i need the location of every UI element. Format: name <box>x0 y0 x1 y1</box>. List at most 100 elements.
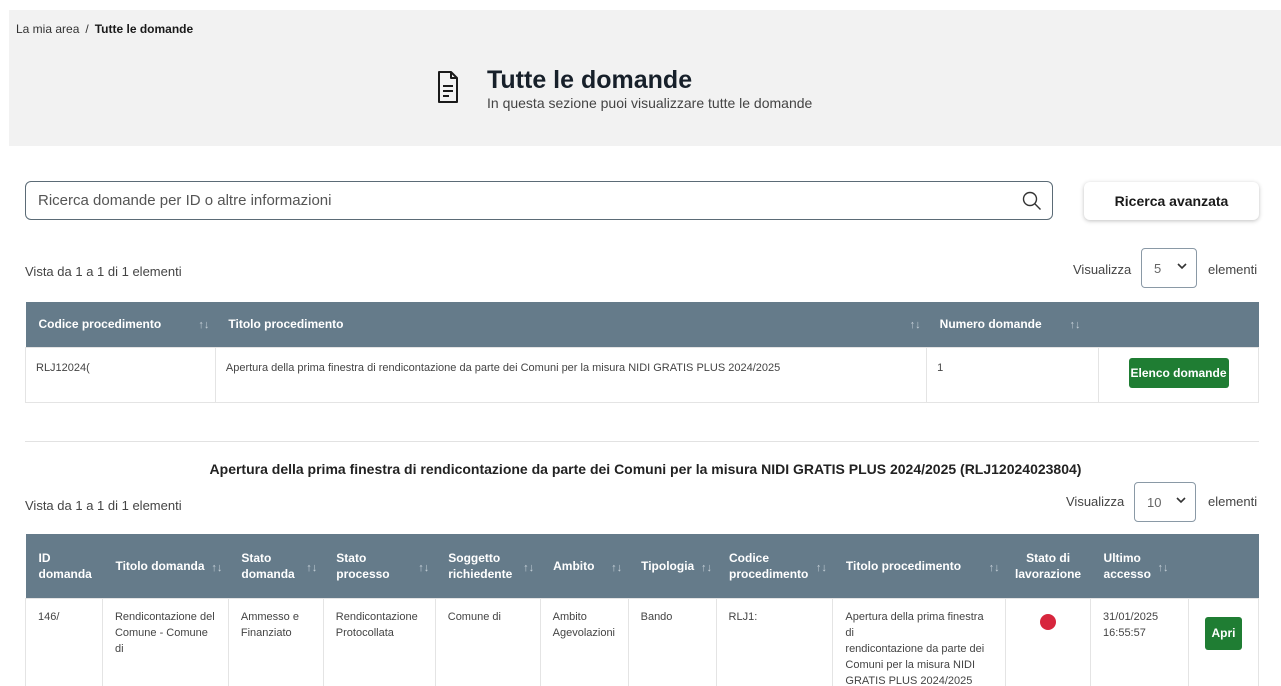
application-actions: Apri <box>1187 597 1260 686</box>
procedures-table: Codice procedimento ↑↓ Titolo procediment… <box>25 302 1259 403</box>
elenco-domande-button[interactable]: Elenco domande <box>1128 357 1229 388</box>
column-label: procedimento <box>729 566 809 581</box>
column-label: Stato <box>241 550 272 565</box>
applications-table: ID domanda Titolo domanda ↑↓ Stato domanda ↑… <box>25 534 1260 686</box>
sort-icon[interactable]: ↑↓ <box>816 560 827 576</box>
sort-icon[interactable]: ↑↓ <box>989 560 1000 576</box>
cell-line: 16:55:57 <box>1103 626 1146 639</box>
procedure-code: RLJ1: <box>715 597 834 686</box>
chevron-down-icon <box>1176 497 1186 504</box>
column-header[interactable]: Codice procedimento ↑↓ <box>716 534 833 598</box>
procedure-title: Apertura della prima finestra di rendico… <box>832 597 1007 686</box>
cell-line: Comune - Comune di <box>114 626 208 655</box>
column-header-actions <box>1188 534 1259 598</box>
column-label: lavorazione <box>1015 566 1082 581</box>
page-size-value: 5 <box>1154 260 1162 276</box>
sort-icon[interactable]: ↑↓ <box>1070 319 1081 331</box>
column-header[interactable]: Stato domanda ↑↓ <box>228 534 324 598</box>
procedures-elements-label: elementi <box>1208 262 1258 277</box>
column-label: Titolo procedimento <box>845 558 962 573</box>
search-input[interactable] <box>26 182 986 219</box>
column-header[interactable]: Tipologia ↑↓ <box>628 534 717 598</box>
column-label: Codice <box>729 550 770 565</box>
search-icon[interactable] <box>1022 191 1042 211</box>
column-label: Titolo procedimento <box>228 317 344 332</box>
procedure-title: Apertura della prima finestra di rendico… <box>214 346 928 403</box>
column-label: Stato di <box>1026 550 1071 565</box>
column-label: Stato <box>336 550 367 565</box>
process-status: Rendicontazione Protocollata <box>322 597 436 686</box>
column-label: Ambito <box>553 558 595 573</box>
breadcrumb-current: Tutte le domande <box>94 22 194 36</box>
column-label: Titolo domanda <box>115 558 205 573</box>
sort-icon[interactable]: ↑↓ <box>211 560 222 576</box>
column-header[interactable]: Ultimo accesso ↑↓ <box>1090 534 1189 598</box>
sort-icon[interactable]: ↑↓ <box>611 560 622 576</box>
cell-line: Rendicontazione del <box>114 610 215 623</box>
advanced-search-button[interactable]: Ricerca avanzata <box>1084 182 1259 220</box>
page-title: Tutte le domande <box>487 66 693 94</box>
document-icon <box>438 71 458 103</box>
breadcrumb-separator: / <box>85 22 89 36</box>
cell-line: Apertura della prima finestra di <box>845 610 984 639</box>
column-label: domanda <box>241 566 295 581</box>
section-title: Apertura della prima finestra di rendico… <box>209 461 1082 477</box>
apri-button[interactable]: Apri <box>1204 616 1242 650</box>
column-label: richiedente <box>448 566 513 581</box>
cell-line: Ambito <box>552 610 587 623</box>
column-label: processo <box>336 566 390 581</box>
cell-line: Protocollata <box>335 626 394 639</box>
column-label: Codice procedimento <box>38 317 162 332</box>
column-header[interactable]: Stato di lavorazione <box>1005 534 1091 598</box>
column-header[interactable]: Titolo procedimento ↑↓ <box>832 534 1006 598</box>
cell-line: Comuni per la misura NIDI <box>845 658 975 671</box>
procedures-show-label: Visualizza <box>1073 262 1132 277</box>
column-header[interactable]: ID domanda <box>25 534 103 598</box>
breadcrumb-root[interactable]: La mia area <box>16 22 79 36</box>
sort-icon[interactable]: ↑↓ <box>418 560 429 576</box>
chevron-down-icon <box>1177 263 1187 270</box>
applications-info: Vista da 1 a 1 di 1 elementi <box>25 498 182 513</box>
column-header-actions <box>1098 302 1259 347</box>
column-label: Soggetto <box>448 550 501 565</box>
sort-icon[interactable]: ↑↓ <box>306 560 317 576</box>
cell-line: Ammesso e <box>240 610 299 623</box>
cell-line: Finanziato <box>240 626 292 639</box>
applications-elements-label: elementi <box>1208 494 1258 509</box>
sort-icon[interactable]: ↑↓ <box>198 319 209 331</box>
procedure-count: 1 <box>926 346 1100 403</box>
column-label: domanda <box>38 566 92 581</box>
column-header[interactable]: Ambito ↑↓ <box>540 534 629 598</box>
column-label: accesso <box>1103 566 1151 581</box>
title-block: Tutte le domande In questa sezione puoi … <box>437 66 812 111</box>
page-size-value: 10 <box>1147 494 1162 510</box>
application-status: Ammesso e Finanziato <box>227 597 324 686</box>
sort-icon[interactable]: ↑↓ <box>1157 560 1168 576</box>
sort-icon[interactable]: ↑↓ <box>701 560 712 576</box>
section-divider <box>25 441 1259 442</box>
application-id: 146/ <box>25 597 103 686</box>
last-access: 31/01/2025 16:55:57 <box>1090 597 1189 686</box>
column-header[interactable]: Numero domande ↑↓ <box>926 302 1099 347</box>
column-header[interactable]: Soggetto richiedente ↑↓ <box>435 534 541 598</box>
cell-line: 31/01/2025 <box>1103 610 1159 623</box>
table-row: 146/ Rendicontazione del Comune - Comune … <box>25 597 1260 686</box>
column-label: ID <box>38 550 51 565</box>
column-header[interactable]: Stato processo ↑↓ <box>323 534 436 598</box>
cell-line: Rendicontazione <box>335 610 418 623</box>
column-header[interactable]: Titolo procedimento ↑↓ <box>215 302 927 347</box>
cell-line: rendicontazione da parte dei <box>845 642 985 655</box>
sort-icon[interactable]: ↑↓ <box>910 319 921 331</box>
cell-line: GRATIS PLUS 2024/2025 <box>845 674 973 686</box>
procedure-actions: Elenco domande <box>1098 346 1259 403</box>
table-row: RLJ12024( Apertura della prima finestra … <box>25 346 1259 403</box>
applications-page-size-select[interactable]: 10 <box>1134 482 1196 522</box>
status-dot-icon <box>1040 613 1057 630</box>
column-header[interactable]: Titolo domanda ↑↓ <box>102 534 229 598</box>
column-label: Numero domande <box>939 317 1042 332</box>
column-header[interactable]: Codice procedimento ↑↓ <box>25 302 216 347</box>
procedures-page-size-select[interactable]: 5 <box>1141 248 1197 288</box>
cell-line: Agevolazioni <box>552 626 615 639</box>
applications-show-label: Visualizza <box>1066 494 1125 509</box>
sort-icon[interactable]: ↑↓ <box>523 560 534 576</box>
